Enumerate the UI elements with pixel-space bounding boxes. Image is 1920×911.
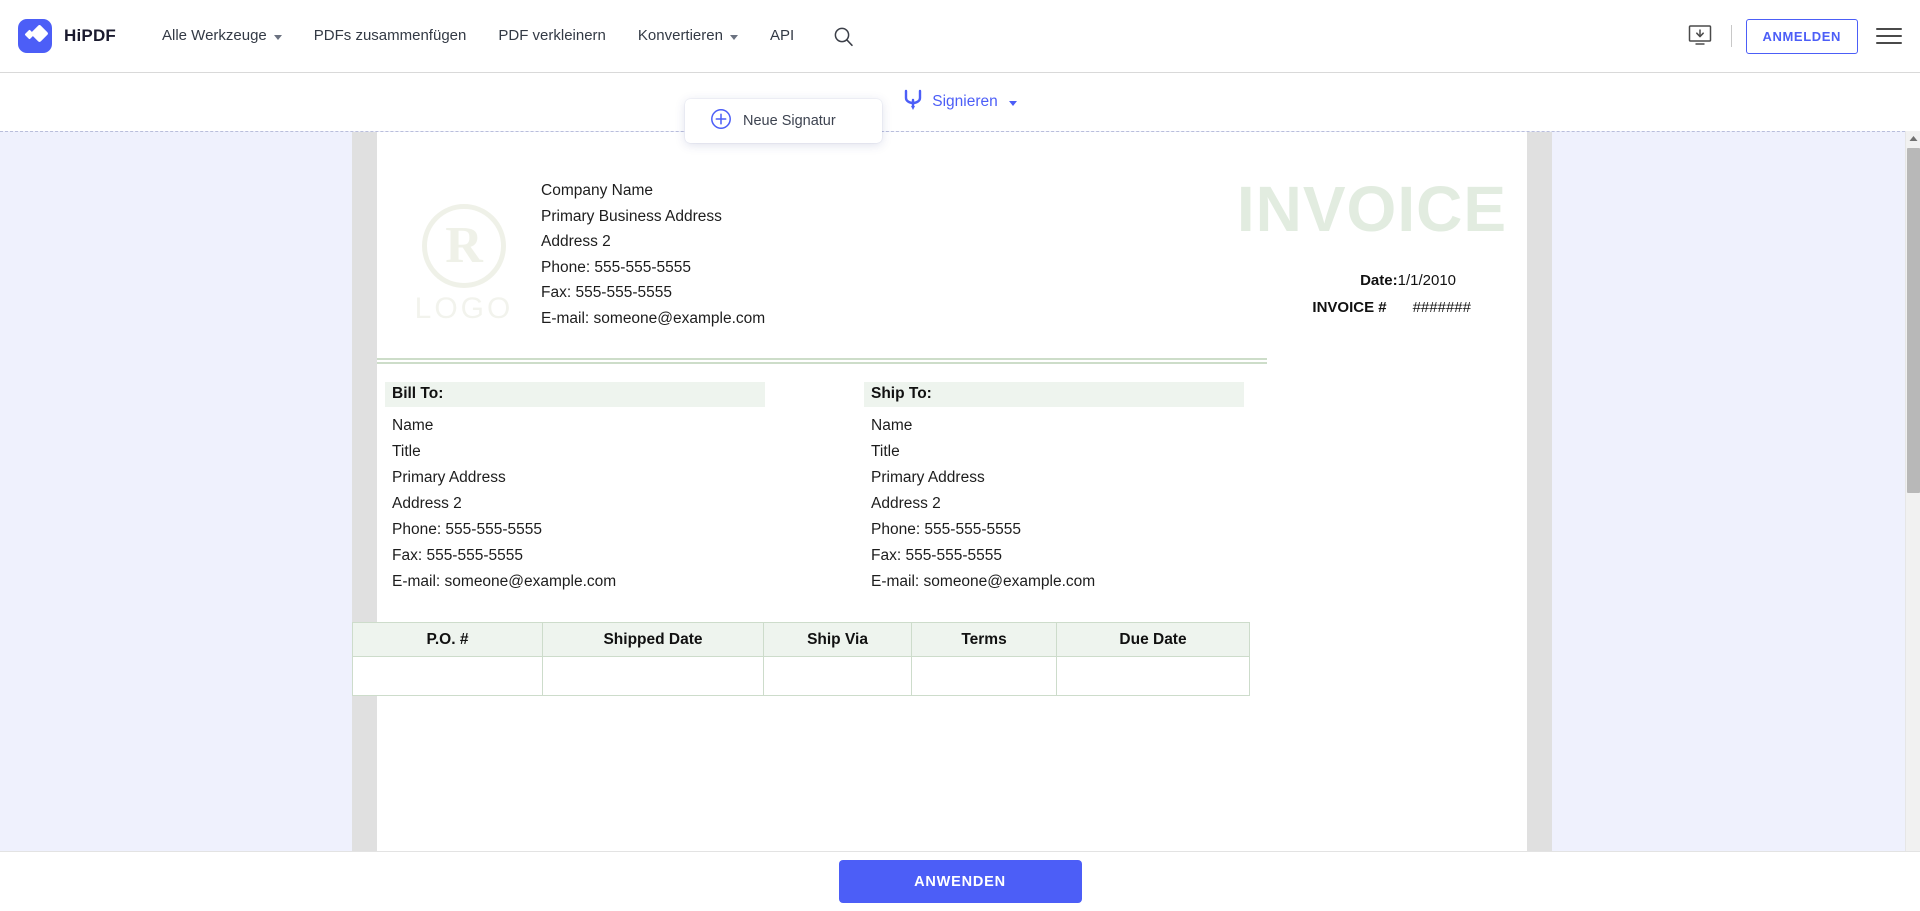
nav-item-label: Konvertieren (637, 27, 723, 44)
bill-to-line: Title (392, 443, 421, 460)
page-gutter-left (352, 132, 377, 851)
nav-item-pdfs-zusammenfuegen[interactable]: PDFs zusammenfügen (298, 0, 483, 72)
column-header-po: P.O. # (352, 622, 543, 657)
company-line: Address 2 (541, 233, 611, 251)
ship-to-line: Fax: 555-555-5555 (871, 547, 1002, 564)
table-cell-terms[interactable] (911, 656, 1057, 696)
menu-item-label: Neue Signatur (743, 113, 836, 129)
chevron-down-icon (1008, 101, 1017, 106)
pdf-viewer-area[interactable]: R LOGO Company Name Primary Business Add… (0, 131, 1920, 851)
hipdf-diamond-logo-icon (18, 19, 52, 53)
brand-name: HiPDF (64, 26, 116, 45)
company-logo-placeholder: R LOGO (399, 200, 529, 330)
top-navigation-bar: HiPDF Alle Werkzeuge PDFs zusammenfügen … (0, 0, 1920, 73)
primary-nav: Alle Werkzeuge PDFs zusammenfügen PDF ve… (146, 0, 860, 72)
invoice-number-line: INVOICE # ####### (937, 299, 1507, 316)
chevron-down-icon (273, 34, 282, 40)
company-address-block: Company Name Primary Business Address Ad… (541, 178, 961, 332)
brand[interactable]: HiPDF (18, 19, 116, 53)
apply-button[interactable]: ANWENDEN (838, 860, 1082, 903)
hamburger-menu-icon[interactable] (1876, 28, 1902, 44)
table-row[interactable] (352, 656, 1250, 696)
plus-circle-icon (710, 108, 732, 134)
column-header-ship-via: Ship Via (763, 622, 912, 657)
nav-item-api[interactable]: API (754, 0, 810, 72)
company-line: Fax: 555-555-5555 (541, 284, 672, 302)
bill-to-block: Bill To: Name Title Primary Address Addr… (385, 382, 765, 595)
nav-item-konvertieren[interactable]: Konvertieren (622, 0, 754, 72)
bill-to-line: Primary Address (392, 469, 506, 486)
bill-to-line: Phone: 555-555-5555 (392, 521, 542, 538)
ship-to-line: Address 2 (871, 495, 941, 512)
nav-item-label: API (769, 27, 795, 44)
column-header-terms: Terms (911, 622, 1057, 657)
scrollbar-thumb[interactable] (1907, 148, 1920, 493)
ship-to-line: Phone: 555-555-5555 (871, 521, 1021, 538)
nav-item-label: Alle Werkzeuge (162, 27, 267, 44)
download-to-device-icon[interactable] (1683, 21, 1717, 51)
chevron-down-icon (729, 34, 738, 40)
page-gutter-right (1527, 132, 1552, 851)
sign-tool-button[interactable]: Signieren (903, 89, 1017, 116)
table-cell-due-date[interactable] (1056, 656, 1250, 696)
nav-item-label: PDFs zusammenfügen (313, 27, 467, 44)
table-cell-ship-via[interactable] (763, 656, 912, 696)
search-icon[interactable] (826, 19, 860, 53)
shipping-info-table: P.O. # Shipped Date Ship Via Terms Due D… (352, 622, 1250, 696)
sign-dropdown-menu: Neue Signatur (685, 99, 882, 143)
divider (1730, 25, 1732, 47)
pdf-page[interactable]: R LOGO Company Name Primary Business Add… (352, 132, 1527, 851)
nav-right-group: ANMELDEN (1683, 18, 1902, 54)
bill-to-line: Fax: 555-555-5555 (392, 547, 523, 564)
company-line: E-mail: someone@example.com (541, 309, 766, 327)
ship-to-line: E-mail: someone@example.com (871, 573, 1096, 590)
invoice-title: INVOICE (1236, 173, 1507, 245)
bill-to-heading: Bill To: (385, 382, 765, 407)
ship-to-lines: Name Title Primary Address Address 2 Pho… (864, 407, 1244, 595)
bill-to-line: Address 2 (392, 495, 462, 512)
menu-item-new-signature[interactable]: Neue Signatur (685, 99, 882, 143)
invoice-date-line: Date:1/1/2010 (937, 272, 1507, 289)
company-line: Primary Business Address (541, 207, 722, 225)
login-button[interactable]: ANMELDEN (1745, 18, 1858, 54)
table-cell-shipped-date[interactable] (542, 656, 764, 696)
ship-to-line: Primary Address (871, 469, 985, 486)
editor-toolbar: Signieren (0, 73, 1920, 131)
date-value: 1/1/2010 (1397, 272, 1456, 289)
invoice-number-value: ####### (1412, 299, 1471, 316)
ship-to-heading: Ship To: (864, 382, 1244, 407)
section-divider (377, 358, 1267, 364)
bill-to-line: Name (392, 417, 434, 434)
vertical-scrollbar[interactable] (1905, 131, 1920, 851)
nav-item-alle-werkzeuge[interactable]: Alle Werkzeuge (146, 0, 298, 72)
date-label: Date: (1360, 272, 1398, 289)
scroll-up-arrow-icon[interactable] (1906, 131, 1920, 146)
ship-to-line: Title (871, 443, 900, 460)
footer-bar: ANWENDEN (0, 851, 1920, 911)
company-line: Company Name (541, 182, 653, 199)
nav-item-label: PDF verkleinern (498, 27, 606, 44)
bill-to-line: E-mail: someone@example.com (392, 573, 617, 590)
bill-to-lines: Name Title Primary Address Address 2 Pho… (385, 407, 765, 595)
signature-pen-icon (903, 89, 923, 116)
ship-to-line: Name (871, 417, 913, 434)
sign-tool-label: Signieren (932, 93, 998, 110)
column-header-shipped-date: Shipped Date (542, 622, 764, 657)
column-header-due-date: Due Date (1056, 622, 1250, 657)
table-header-row: P.O. # Shipped Date Ship Via Terms Due D… (352, 622, 1250, 657)
logo-word: LOGO (414, 292, 514, 325)
registered-mark-icon: R (422, 204, 506, 288)
table-cell-po[interactable] (352, 656, 543, 696)
company-line: Phone: 555-555-5555 (541, 258, 691, 276)
invoice-number-label: INVOICE # (1312, 299, 1387, 316)
ship-to-block: Ship To: Name Title Primary Address Addr… (864, 382, 1244, 595)
nav-item-pdf-verkleinern[interactable]: PDF verkleinern (482, 0, 622, 72)
